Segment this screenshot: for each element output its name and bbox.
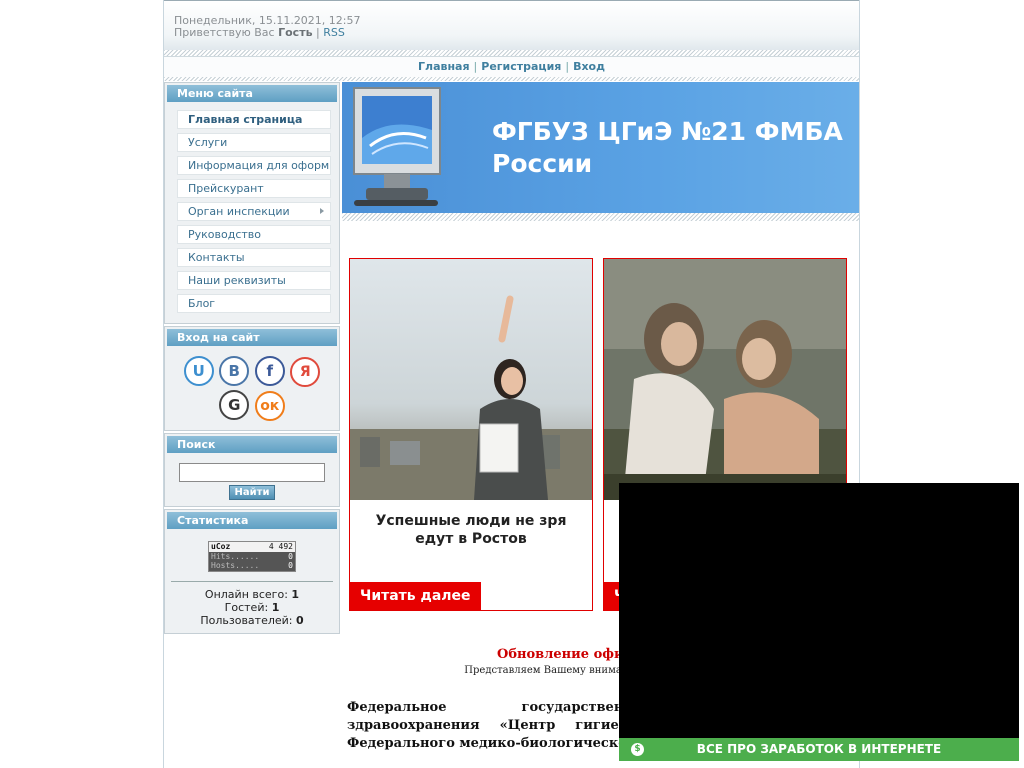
dollar-icon: $	[631, 743, 644, 756]
top-navigation: Главная | Регистрация | Вход	[164, 56, 859, 78]
social-login: U B f Я G ок	[165, 348, 339, 426]
users-label: Пользователей:	[200, 614, 293, 627]
banner-divider	[342, 213, 859, 221]
news-card[interactable]: Успешные люди не зря едут в Ростов Читат…	[349, 258, 593, 611]
site-menu: Главная страница Услуги Информация для о…	[165, 104, 339, 319]
menu-item-blog[interactable]: Блог	[177, 294, 331, 313]
google-icon[interactable]: G	[219, 390, 250, 420]
nav-separator: |	[565, 60, 570, 73]
search-block-title: Поиск	[167, 436, 337, 453]
odnoklassniki-icon[interactable]: ок	[254, 391, 285, 421]
card-photo-girls	[604, 259, 846, 500]
menu-item-requisites[interactable]: Наши реквизиты	[177, 271, 331, 290]
search-block: Поиск Найти	[164, 433, 340, 507]
org-word: «Центр	[499, 718, 556, 733]
stats-block-title: Статистика	[167, 512, 337, 529]
counter-hosts-label: Hosts.....	[211, 561, 260, 570]
counter-total: 4 492	[268, 542, 293, 551]
site-header: Понедельник, 15.11.2021, 12:57 Приветств…	[164, 0, 859, 51]
site-title: ФГБУЗ ЦГиЭ №21 ФМБА России	[492, 117, 843, 178]
site-menu-title: Меню сайта	[167, 85, 337, 102]
login-block: Вход на сайт U B f Я G ок	[164, 326, 340, 431]
users-total: Пользователей: 0	[165, 614, 339, 627]
menu-item-home[interactable]: Главная страница	[177, 110, 331, 129]
counter-hits-label: Hits......	[211, 552, 260, 561]
sidebar: Меню сайта Главная страница Услуги Инфор…	[164, 82, 340, 636]
visit-counter[interactable]: uCoz 4 492 Hits...... 0 Hosts..... 0	[208, 541, 296, 572]
counter-hosts: 0	[288, 561, 293, 570]
users-value: 0	[296, 614, 304, 627]
submenu-arrow-icon	[320, 208, 324, 214]
ucoz-icon[interactable]: U	[183, 356, 214, 386]
nav-register-link[interactable]: Регистрация	[481, 60, 561, 73]
search-input[interactable]	[179, 463, 325, 482]
card-photo-woman	[350, 259, 592, 500]
menu-item-management[interactable]: Руководство	[177, 225, 331, 244]
vk-icon[interactable]: B	[219, 356, 250, 386]
monitor-logo-icon	[353, 87, 441, 206]
org-word: здравоохранения	[347, 718, 480, 733]
read-more-button[interactable]: Читать далее	[350, 582, 481, 610]
yandex-icon[interactable]: Я	[290, 357, 321, 387]
promo-label: ЗАРАБОТОК В ИНТЕРНЕТЕ	[760, 742, 942, 756]
login-block-title: Вход на сайт	[167, 329, 337, 346]
stats-block: Статистика uCoz 4 492 Hits...... 0 Hosts…	[164, 509, 340, 634]
promo-banner[interactable]: $ ВСЕ ПРО ЗАРАБОТОК В ИНТЕРНЕТЕ	[619, 738, 1019, 761]
menu-item-contacts[interactable]: Контакты	[177, 248, 331, 267]
nav-login-link[interactable]: Вход	[573, 60, 605, 73]
promo-prefix: ВСЕ ПРО	[696, 742, 757, 756]
menu-item-services[interactable]: Услуги	[177, 133, 331, 152]
online-label: Онлайн всего:	[204, 588, 288, 601]
greeting-user: Гость	[278, 26, 313, 39]
facebook-icon[interactable]: f	[254, 356, 285, 386]
card-title: Успешные люди не зря едут в Ростов	[375, 513, 567, 547]
guests-value: 1	[271, 601, 280, 614]
nav-separator: |	[473, 60, 478, 73]
site-banner: ФГБУЗ ЦГиЭ №21 ФМБА России	[342, 82, 859, 214]
guests-total: Гостей: 1	[165, 601, 339, 614]
stats-divider	[171, 581, 333, 582]
counter-hits: 0	[288, 552, 293, 561]
online-value: 1	[291, 588, 300, 601]
search-button[interactable]: Найти	[228, 485, 276, 500]
online-total: Онлайн всего: 1	[165, 588, 339, 601]
greeting-separator: |	[316, 26, 320, 39]
org-word: Федеральное	[347, 700, 447, 715]
counter-logo: uCoz	[211, 542, 231, 551]
menu-item-info[interactable]: Информация для оформ...	[177, 156, 331, 175]
rss-link[interactable]: RSS	[323, 26, 345, 39]
nav-home-link[interactable]: Главная	[418, 60, 470, 73]
nav-divider	[164, 77, 859, 81]
stats: uCoz 4 492 Hits...... 0 Hosts..... 0 Онл…	[165, 531, 339, 629]
guests-label: Гостей:	[224, 601, 269, 614]
greeting: Приветствую Вас Гость | RSS	[174, 26, 345, 39]
greeting-prefix: Приветствую Вас	[174, 26, 275, 39]
video-overlay[interactable]	[619, 483, 1019, 761]
menu-item-pricelist[interactable]: Прейскурант	[177, 179, 331, 198]
site-menu-block: Меню сайта Главная страница Услуги Инфор…	[164, 82, 340, 324]
search-form: Найти	[165, 455, 339, 502]
menu-item-label: Орган инспекции	[188, 205, 290, 218]
menu-item-inspection[interactable]: Орган инспекции	[177, 202, 331, 221]
